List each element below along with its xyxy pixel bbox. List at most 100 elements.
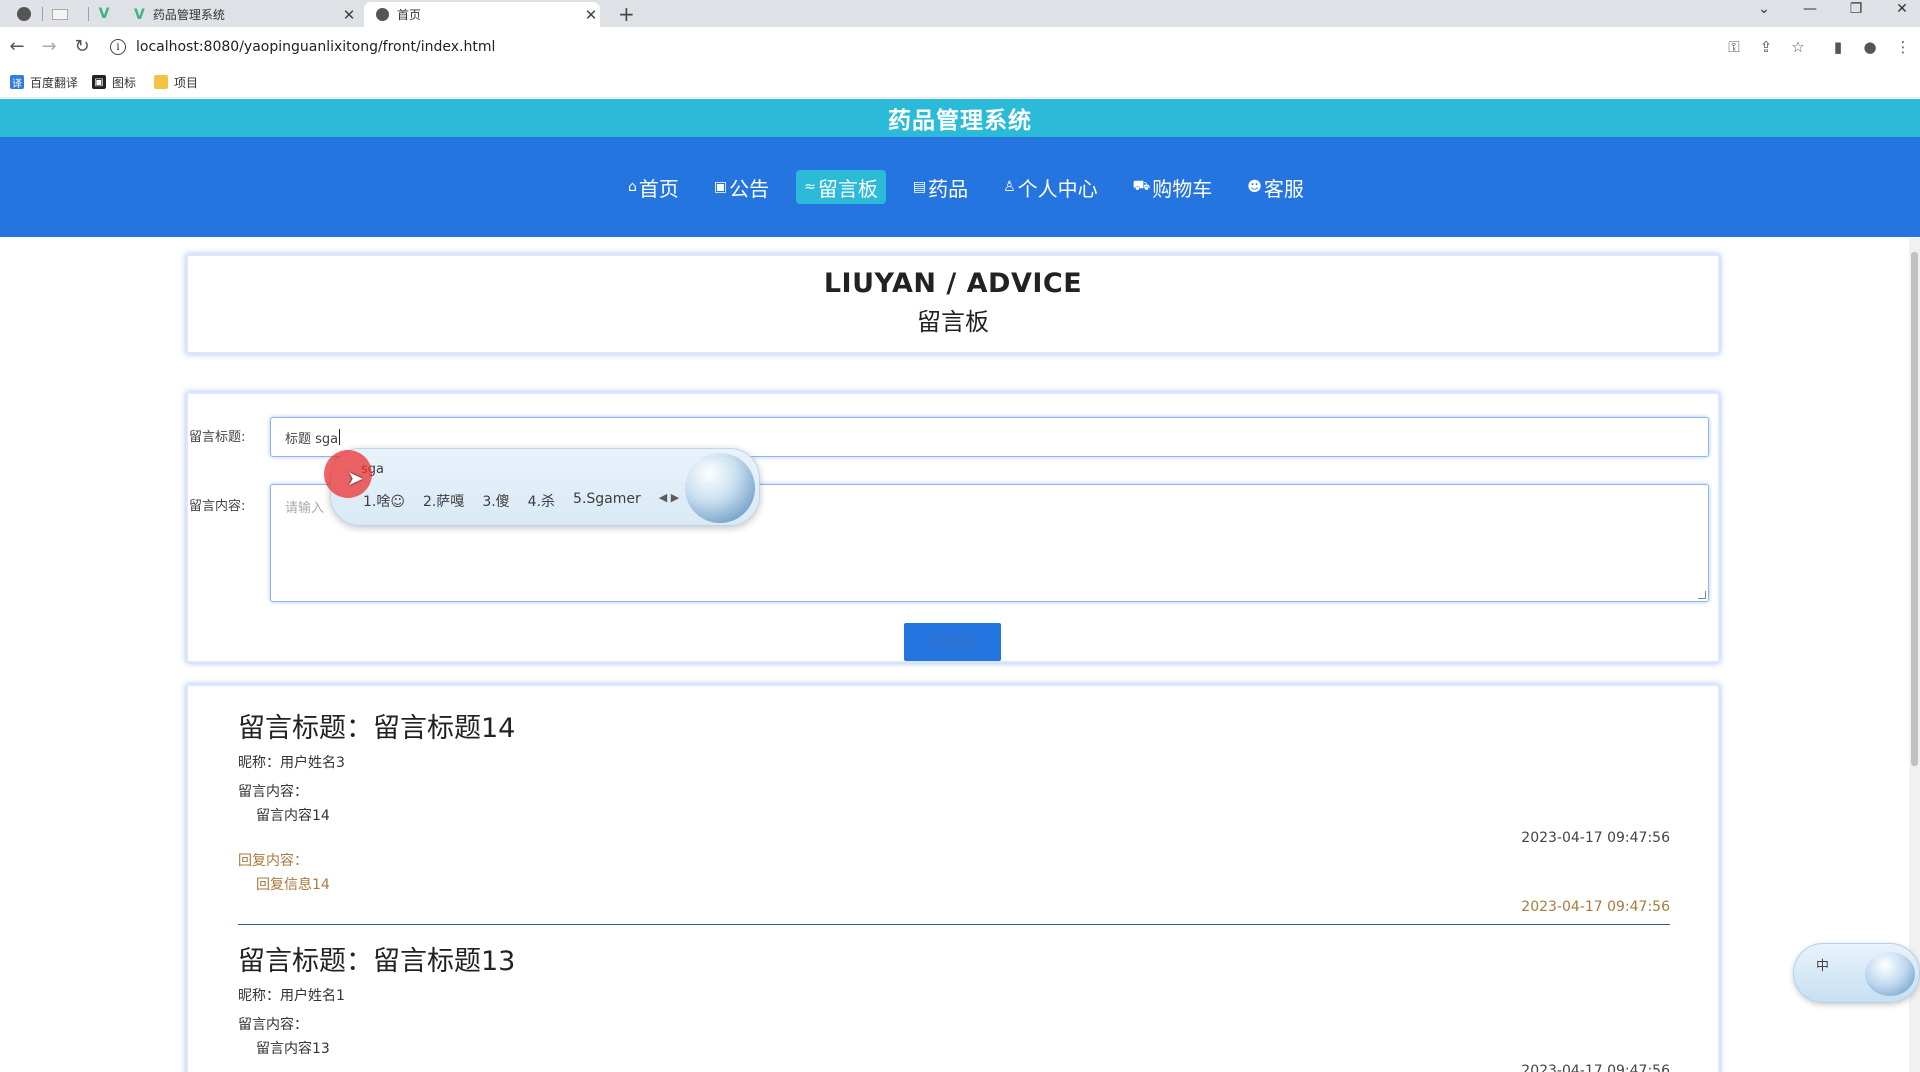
bookmark-baidu-translate[interactable]: 译 百度翻译 — [10, 74, 78, 91]
close-tab-icon[interactable]: ✕ — [582, 6, 600, 24]
nav-cart[interactable]: ⛟ 购物车 — [1125, 170, 1221, 204]
scrollbar-thumb[interactable] — [1911, 252, 1918, 766]
cart-icon: ⛟ — [1132, 178, 1151, 194]
minimize-icon[interactable]: — — [1790, 1, 1830, 17]
reply-content: 回复信息14 — [256, 877, 330, 893]
reload-icon[interactable]: ↻ — [71, 36, 93, 57]
pinned-tab-vue[interactable]: V — [92, 3, 116, 25]
reply-label: 回复内容： — [238, 853, 308, 869]
globe-icon — [17, 7, 31, 21]
title-input-value: 标题 sga — [285, 431, 339, 447]
list-item: 留言标题：留言标题14 昵称：用户姓名3 留言内容： 留言内容14 2023-0… — [238, 706, 1670, 926]
service-icon: ☻ — [1247, 179, 1262, 195]
share-icon[interactable]: ⇪ — [1756, 38, 1776, 56]
key-icon[interactable]: ⚿ — [1724, 38, 1744, 56]
pinned-tab-blank[interactable] — [48, 3, 72, 25]
ime-status-widget[interactable]: 中 — [1793, 943, 1920, 1003]
ime-page-arrows-icon[interactable]: ◀ ▶ — [659, 491, 679, 511]
page-heading-cn: 留言板 — [917, 308, 989, 336]
message-icon: ≈ — [804, 179, 816, 195]
menu-icon[interactable]: ⋮ — [1893, 38, 1913, 56]
list-item: 留言标题：留言标题13 昵称：用户姓名1 留言内容： 留言内容13 2023-0… — [238, 939, 1670, 1072]
star-icon[interactable]: ☆ — [1788, 38, 1808, 56]
bookmark-project[interactable]: 项目 — [154, 74, 198, 91]
ime-candidate[interactable]: 2.萨嘎 — [423, 491, 464, 511]
mouse-pointer-icon: ➤ — [347, 466, 364, 490]
nav-label: 公告 — [729, 176, 770, 201]
bookmarks-bar: 译 百度翻译 ▣ 图标 项目 — [0, 67, 1920, 98]
submit-button[interactable]: 立即提交 — [904, 623, 1001, 661]
url-field[interactable]: i localhost:8080/yaopinguanlixitong/fron… — [110, 34, 1710, 60]
nav-label: 留言板 — [817, 176, 878, 201]
site-title: 药品管理系统 — [888, 108, 1032, 134]
message-divider — [238, 924, 1670, 925]
message-title: 留言标题：留言标题14 — [238, 713, 516, 744]
tab-yaopin[interactable]: V 药品管理系统 ✕ — [126, 2, 358, 27]
side-panel-icon[interactable]: ▮ — [1828, 38, 1848, 56]
message-content-label: 留言内容： — [238, 1017, 308, 1033]
url-text: localhost:8080/yaopinguanlixitong/front/… — [136, 39, 496, 55]
tab-title: 药品管理系统 — [152, 8, 225, 22]
nav-label: 客服 — [1263, 176, 1304, 201]
nav-medicine[interactable]: ▤ 药品 — [905, 170, 976, 204]
site-nav: ⌂ 首页 ▣ 公告 ≈ 留言板 ▤ 药品 ♙ 个人中心 ⛟ 购物车 ☻ 客服 — [0, 137, 1920, 237]
ime-skin-bubble-icon — [685, 453, 755, 523]
ime-candidate[interactable]: 1.啥☺ — [363, 491, 405, 511]
site-info-icon[interactable]: i — [110, 39, 126, 55]
ime-skin-bubble-icon — [1865, 952, 1915, 996]
reply-time: 2023-04-17 09:47:56 — [1521, 899, 1670, 915]
text-caret — [339, 429, 341, 445]
folder-icon — [154, 75, 169, 89]
nav-label: 个人中心 — [1017, 176, 1098, 201]
message-content-label: 留言内容： — [238, 784, 308, 800]
nav-home[interactable]: ⌂ 首页 — [620, 170, 687, 204]
message-nickname: 昵称：用户姓名1 — [238, 988, 345, 1004]
ime-candidate[interactable]: 5.Sgamer — [573, 491, 641, 511]
message-form: 留言标题: 标题 sga 留言内容: 请输入 立即提交 — [186, 392, 1720, 663]
tab-search-icon[interactable]: ⌄ — [1744, 1, 1784, 17]
nav-label: 购物车 — [1152, 176, 1213, 201]
restore-icon[interactable]: ❐ — [1836, 1, 1876, 17]
ime-candidate-popup: sga 1.啥☺ 2.萨嘎 3.傻 4.杀 5.Sgamer ◀ ▶ — [330, 448, 760, 526]
browser-tab-bar: V V 药品管理系统 ✕ 首页 ✕ + ⌄ — ❐ ✕ — [0, 0, 1920, 27]
ime-candidate-list: 1.啥☺ 2.萨嘎 3.傻 4.杀 5.Sgamer ◀ ▶ — [363, 491, 679, 511]
bookmark-icons[interactable]: ▣ 图标 — [92, 74, 136, 91]
ime-mode-label: 中 — [1816, 959, 1830, 974]
bookmark-label: 百度翻译 — [30, 75, 79, 90]
message-list: 留言标题：留言标题14 昵称：用户姓名3 留言内容： 留言内容14 2023-0… — [186, 684, 1720, 1072]
forward-icon[interactable]: → — [38, 36, 60, 57]
close-tab-icon[interactable]: ✕ — [340, 6, 358, 24]
user-icon: ♙ — [1003, 179, 1016, 195]
vue-logo-icon: V — [98, 6, 110, 22]
nav-message-board[interactable]: ≈ 留言板 — [796, 170, 886, 204]
page-heading-card: LIUYAN / ADVICE 留言板 — [186, 254, 1720, 354]
pinned-tab-globe[interactable] — [12, 3, 36, 25]
message-time: 2023-04-17 09:47:56 — [1521, 830, 1670, 846]
tab-separator — [42, 7, 43, 21]
blank-page-icon — [52, 8, 68, 20]
nav-service[interactable]: ☻ 客服 — [1239, 170, 1312, 204]
close-window-icon[interactable]: ✕ — [1882, 1, 1920, 17]
resize-handle-icon[interactable] — [1698, 591, 1706, 599]
page-scrollbar[interactable] — [1909, 238, 1920, 1072]
tab-title: 首页 — [397, 8, 422, 22]
content-label: 留言内容: — [189, 499, 246, 514]
image-icon: ▣ — [92, 75, 107, 89]
ime-candidate[interactable]: 3.傻 — [482, 491, 509, 511]
nav-notice[interactable]: ▣ 公告 — [706, 170, 777, 204]
bookmark-label: 项目 — [174, 75, 199, 90]
profile-icon[interactable]: ● — [1860, 38, 1880, 56]
new-tab-button[interactable]: + — [618, 2, 635, 26]
back-icon[interactable]: ← — [6, 36, 28, 57]
content-placeholder: 请输入 — [285, 501, 325, 516]
nav-personal-center[interactable]: ♙ 个人中心 — [995, 170, 1106, 204]
tab-separator — [88, 7, 89, 21]
page-heading-en: LIUYAN / ADVICE — [823, 268, 1083, 299]
nav-label: 首页 — [638, 176, 679, 201]
message-nickname: 昵称：用户姓名3 — [238, 755, 345, 771]
ime-candidate[interactable]: 4.杀 — [528, 491, 555, 511]
bookmark-label: 图标 — [112, 75, 137, 90]
notice-icon: ▣ — [713, 179, 728, 195]
globe-icon — [376, 8, 389, 21]
tab-home[interactable]: 首页 ✕ — [364, 2, 600, 27]
